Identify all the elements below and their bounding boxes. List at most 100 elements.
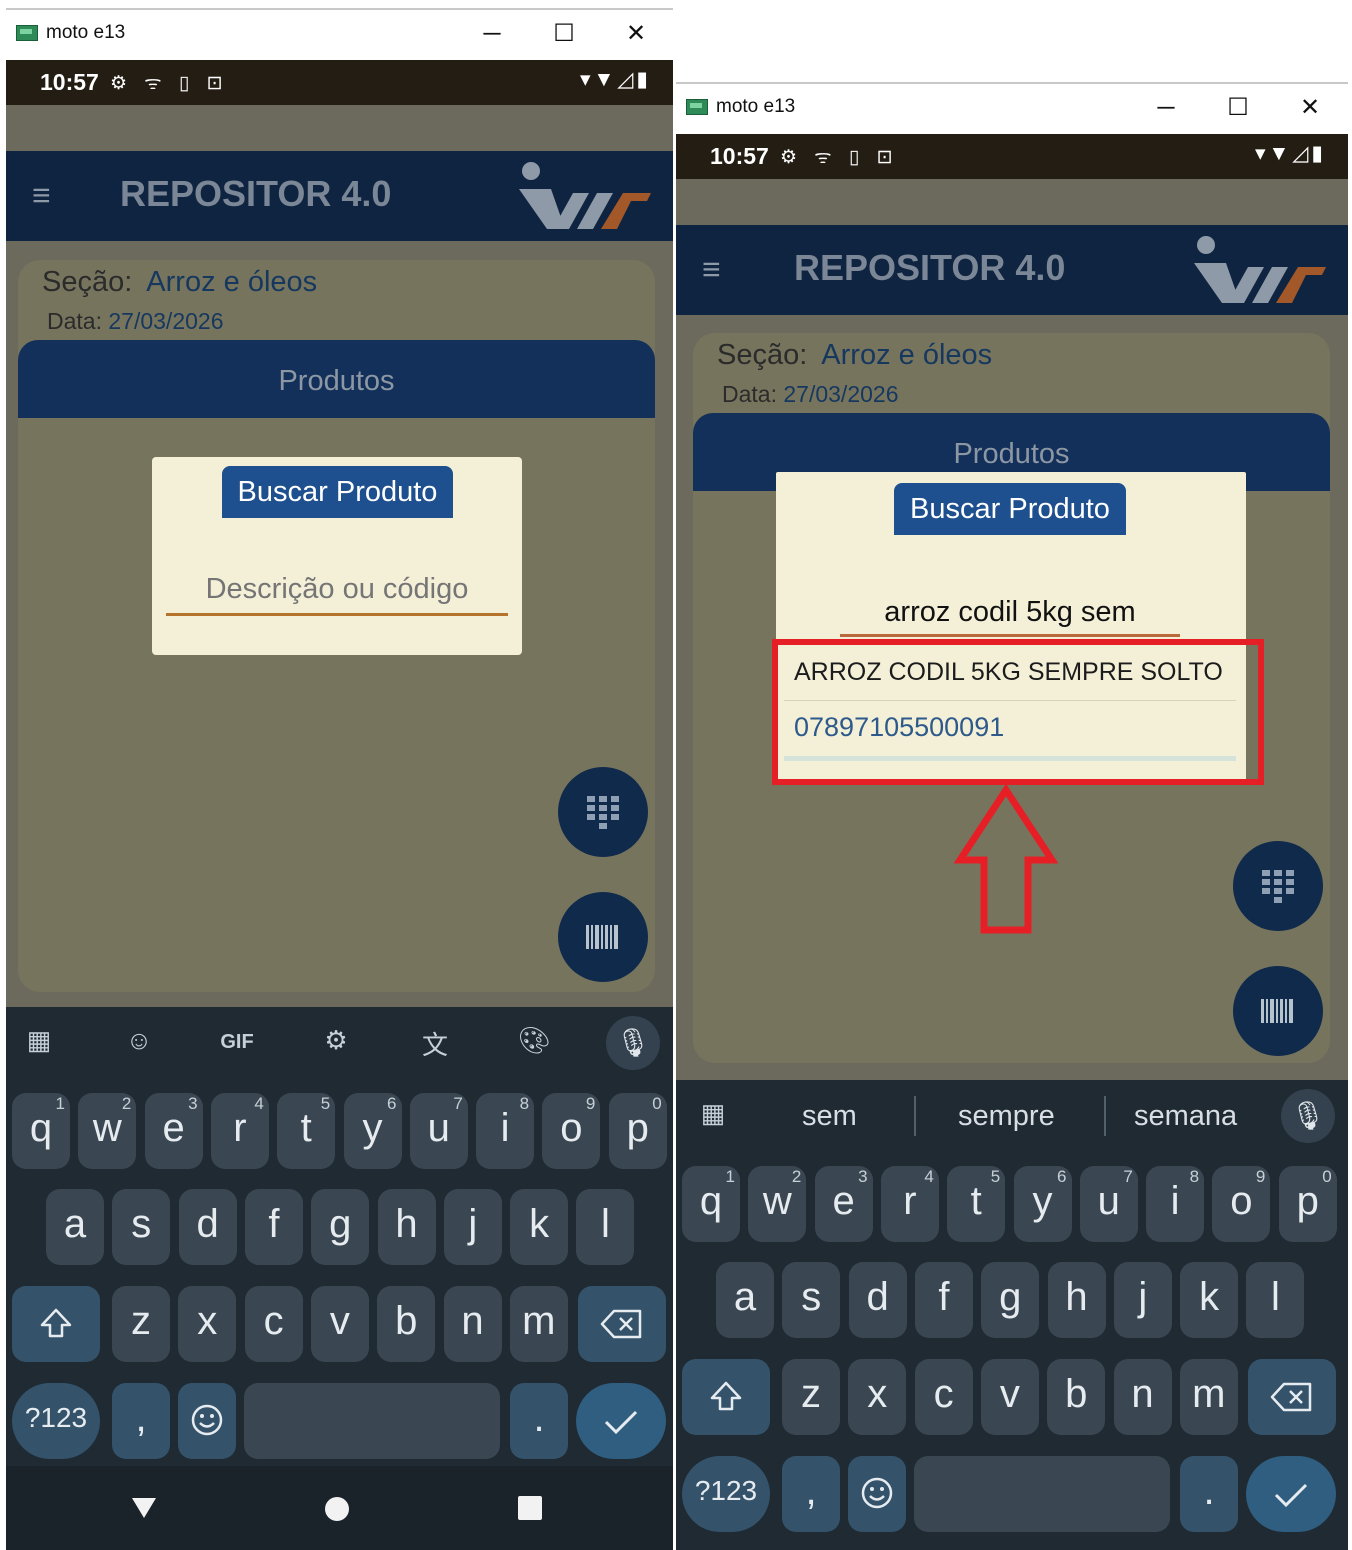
hamburger-menu-icon[interactable]: ≡ bbox=[32, 177, 51, 214]
space-key[interactable] bbox=[244, 1383, 500, 1459]
key-j[interactable]: j bbox=[1113, 1262, 1172, 1338]
minimize-button[interactable]: ─ bbox=[472, 16, 512, 52]
backspace-key[interactable] bbox=[1248, 1359, 1336, 1435]
recents-square-icon[interactable] bbox=[518, 1496, 542, 1520]
suggestion-3[interactable]: semana bbox=[1134, 1100, 1237, 1133]
backspace-key[interactable] bbox=[578, 1286, 666, 1362]
keypad-fab-button[interactable] bbox=[1233, 841, 1323, 931]
key-t[interactable]: t5 bbox=[947, 1166, 1006, 1242]
emoji-key[interactable] bbox=[178, 1383, 236, 1459]
apps-grid-icon[interactable]: ▦ bbox=[688, 1098, 738, 1129]
key-l[interactable]: l bbox=[1246, 1262, 1305, 1338]
key-b[interactable]: b bbox=[377, 1286, 436, 1362]
key-v[interactable]: v bbox=[310, 1286, 369, 1362]
key-z[interactable]: z bbox=[782, 1359, 840, 1435]
maximize-button[interactable]: ☐ bbox=[1218, 90, 1258, 126]
key-k[interactable]: k bbox=[1180, 1262, 1239, 1338]
search-input[interactable] bbox=[166, 565, 508, 616]
home-circle-icon[interactable] bbox=[324, 1496, 350, 1522]
key-z[interactable]: z bbox=[112, 1286, 170, 1362]
period-key[interactable]: . bbox=[510, 1383, 568, 1459]
settings-gear-icon[interactable]: ⚙ bbox=[311, 1025, 361, 1056]
key-e[interactable]: e3 bbox=[144, 1093, 203, 1169]
key-c[interactable]: c bbox=[244, 1286, 303, 1362]
emoji-key[interactable] bbox=[848, 1456, 906, 1532]
key-s[interactable]: s bbox=[112, 1189, 171, 1265]
close-button[interactable]: ✕ bbox=[616, 16, 656, 52]
key-b[interactable]: b bbox=[1047, 1359, 1106, 1435]
key-i[interactable]: i8 bbox=[476, 1093, 535, 1169]
key-m[interactable]: m bbox=[1179, 1359, 1238, 1435]
key-d[interactable]: d bbox=[178, 1189, 237, 1265]
key-t[interactable]: t5 bbox=[277, 1093, 336, 1169]
key-y[interactable]: y6 bbox=[1013, 1166, 1072, 1242]
key-m[interactable]: m bbox=[509, 1286, 568, 1362]
key-a[interactable]: a bbox=[716, 1262, 774, 1338]
search-input[interactable]: arroz codil 5kg sem bbox=[840, 590, 1180, 637]
symbols-key[interactable]: ?123 bbox=[682, 1456, 770, 1532]
date-value: 27/03/2026 bbox=[783, 381, 899, 407]
microphone-icon[interactable]: 🎙︎ bbox=[606, 1016, 660, 1070]
key-n[interactable]: n bbox=[1113, 1359, 1172, 1435]
comma-key[interactable]: , bbox=[782, 1456, 840, 1532]
key-u[interactable]: u7 bbox=[1079, 1166, 1138, 1242]
enter-check-key[interactable] bbox=[576, 1383, 666, 1459]
sticker-icon[interactable]: ☺ bbox=[114, 1025, 164, 1056]
key-x[interactable]: x bbox=[848, 1359, 907, 1435]
key-f[interactable]: f bbox=[244, 1189, 303, 1265]
space-key[interactable] bbox=[914, 1456, 1170, 1532]
palette-icon[interactable]: 🎨︎ bbox=[509, 1025, 559, 1056]
key-v[interactable]: v bbox=[980, 1359, 1039, 1435]
key-h[interactable]: h bbox=[1047, 1262, 1106, 1338]
key-y[interactable]: y6 bbox=[343, 1093, 402, 1169]
key-j[interactable]: j bbox=[443, 1189, 502, 1265]
key-g[interactable]: g bbox=[981, 1262, 1040, 1338]
period-key[interactable]: . bbox=[1180, 1456, 1238, 1532]
key-a[interactable]: a bbox=[46, 1189, 104, 1265]
key-r[interactable]: r4 bbox=[880, 1166, 939, 1242]
key-x[interactable]: x bbox=[178, 1286, 237, 1362]
key-p[interactable]: p0 bbox=[1278, 1166, 1337, 1242]
key-c[interactable]: c bbox=[914, 1359, 973, 1435]
barcode-fab-button[interactable] bbox=[558, 892, 648, 982]
comma-key[interactable]: , bbox=[112, 1383, 170, 1459]
key-u[interactable]: u7 bbox=[409, 1093, 468, 1169]
translate-icon[interactable]: 文 bbox=[410, 1025, 460, 1062]
shift-key[interactable] bbox=[682, 1359, 770, 1435]
suggestion-1[interactable]: sem bbox=[802, 1100, 857, 1133]
keypad-fab-button[interactable] bbox=[558, 767, 648, 857]
key-w[interactable]: w2 bbox=[748, 1166, 807, 1242]
key-d[interactable]: d bbox=[848, 1262, 907, 1338]
key-r[interactable]: r4 bbox=[210, 1093, 269, 1169]
key-o[interactable]: o9 bbox=[1212, 1166, 1271, 1242]
symbols-key[interactable]: ?123 bbox=[12, 1383, 100, 1459]
hamburger-menu-icon[interactable]: ≡ bbox=[702, 251, 721, 288]
buscar-produto-button[interactable]: Buscar Produto bbox=[894, 483, 1126, 535]
key-f[interactable]: f bbox=[914, 1262, 973, 1338]
maximize-button[interactable]: ☐ bbox=[544, 16, 584, 52]
key-i[interactable]: i8 bbox=[1146, 1166, 1205, 1242]
apps-grid-icon[interactable]: ▦ bbox=[14, 1025, 64, 1056]
key-o[interactable]: o9 bbox=[542, 1093, 601, 1169]
key-q[interactable]: q1 bbox=[12, 1093, 70, 1169]
key-g[interactable]: g bbox=[311, 1189, 370, 1265]
close-button[interactable]: ✕ bbox=[1290, 90, 1330, 126]
key-e[interactable]: e3 bbox=[814, 1166, 873, 1242]
key-k[interactable]: k bbox=[510, 1189, 569, 1265]
key-l[interactable]: l bbox=[576, 1189, 635, 1265]
key-w[interactable]: w2 bbox=[78, 1093, 137, 1169]
enter-check-key[interactable] bbox=[1246, 1456, 1336, 1532]
gif-icon[interactable]: GIF bbox=[212, 1031, 262, 1054]
minimize-button[interactable]: ─ bbox=[1146, 90, 1186, 126]
barcode-fab-button[interactable] bbox=[1233, 966, 1323, 1056]
microphone-icon[interactable]: 🎙︎ bbox=[1281, 1089, 1335, 1143]
key-n[interactable]: n bbox=[443, 1286, 502, 1362]
key-h[interactable]: h bbox=[377, 1189, 436, 1265]
key-s[interactable]: s bbox=[782, 1262, 841, 1338]
key-p[interactable]: p0 bbox=[608, 1093, 667, 1169]
key-q[interactable]: q1 bbox=[682, 1166, 740, 1242]
suggestion-2[interactable]: sempre bbox=[958, 1100, 1055, 1133]
buscar-produto-button[interactable]: Buscar Produto bbox=[222, 466, 453, 518]
back-triangle-icon[interactable] bbox=[130, 1496, 158, 1520]
shift-key[interactable] bbox=[12, 1286, 100, 1362]
